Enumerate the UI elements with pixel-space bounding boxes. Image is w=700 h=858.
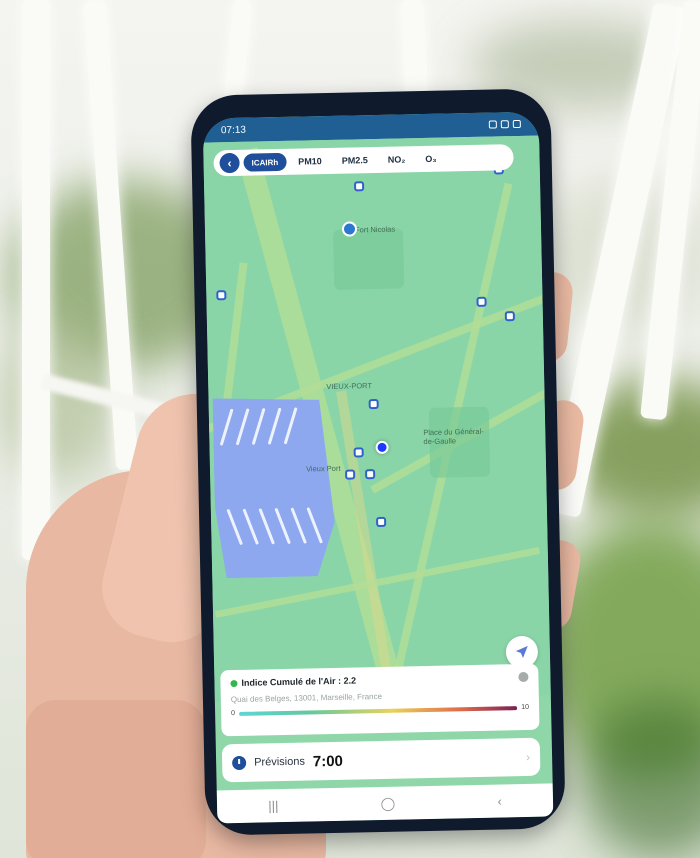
dock-line — [284, 407, 298, 444]
sensor-marker-icon[interactable] — [216, 290, 227, 301]
pollutant-toolbar: ‹ ICAIRh PM10 PM2.5 NO₂ O₃ — [213, 144, 514, 177]
dock-line — [306, 507, 323, 544]
wifi-icon — [488, 120, 497, 129]
sensor-marker-icon[interactable] — [504, 311, 515, 322]
air-index-card[interactable]: Indice Cumulé de l'Air : 2.2 Quai des Be… — [220, 663, 540, 737]
air-index-title-row: Indice Cumulé de l'Air : 2.2 — [230, 672, 528, 688]
chip-no2[interactable]: NO₂ — [380, 150, 414, 169]
status-icons — [488, 119, 521, 129]
signal-icon — [500, 120, 509, 129]
air-index-title: Indice Cumulé de l'Air : 2.2 — [241, 675, 357, 688]
sensor-marker-icon[interactable] — [345, 469, 356, 480]
android-nav-bar: ||| ◯ ‹ — [216, 783, 554, 824]
status-dot — [230, 679, 238, 687]
forecast-time: 7:00 — [312, 752, 344, 770]
sensor-marker-icon[interactable] — [476, 296, 487, 307]
dock-line — [274, 508, 291, 545]
phone-screen: 07:13 Fort Nicolas VIEUX-PORT Place du G… — [202, 111, 554, 824]
scale-min: 0 — [231, 710, 236, 718]
air-quality-map[interactable]: Fort Nicolas VIEUX-PORT Place du Général… — [203, 135, 551, 703]
dock-line — [226, 509, 243, 546]
map-park — [333, 228, 405, 290]
sensor-marker-icon[interactable] — [354, 181, 365, 192]
forecast-label: Prévisions — [254, 755, 306, 769]
scale-max: 10 — [521, 703, 530, 712]
photo-scene: 07:13 Fort Nicolas VIEUX-PORT Place du G… — [0, 0, 700, 858]
sensor-marker-icon[interactable] — [376, 516, 387, 528]
sensor-marker-icon[interactable] — [365, 469, 376, 480]
dock-line — [252, 408, 266, 445]
recents-button[interactable]: ||| — [268, 798, 278, 813]
sensor-marker-icon[interactable] — [353, 447, 364, 458]
chip-pm25[interactable]: PM2.5 — [334, 151, 376, 170]
clock-icon — [232, 755, 247, 771]
map-label-place: Place du Général-de-Gaulle — [423, 426, 484, 447]
dock-line — [242, 508, 259, 545]
map-label-poi: Fort Nicolas — [354, 224, 396, 235]
user-location-dot — [375, 440, 389, 455]
map-label-quarter: VIEUX-PORT — [326, 381, 373, 392]
chip-o3[interactable]: O₃ — [417, 150, 445, 169]
air-index-address: Quai des Belges, 13001, Marseille, Franc… — [230, 691, 383, 705]
dock-line — [290, 507, 307, 544]
dock-line — [220, 409, 234, 446]
back-nav-button[interactable]: ‹ — [497, 793, 502, 808]
air-index-scale: 0 10 — [231, 704, 529, 717]
navigation-arrow-icon — [515, 645, 528, 659]
status-time: 07:13 — [220, 124, 247, 136]
dock-line — [258, 508, 275, 545]
hand-wrist — [26, 700, 206, 858]
chevron-left-icon: ‹ — [227, 156, 232, 171]
chip-icairh[interactable]: ICAIRh — [243, 152, 287, 172]
chevron-right-icon: › — [525, 749, 531, 764]
forecast-bar[interactable]: Prévisions 7:00 › — [221, 737, 541, 783]
scale-gradient — [238, 705, 518, 716]
back-button[interactable]: ‹ — [219, 152, 240, 174]
battery-icon — [512, 119, 521, 129]
dock-line — [268, 408, 282, 445]
sensor-marker-icon[interactable] — [368, 398, 379, 410]
home-button[interactable]: ◯ — [380, 795, 395, 811]
chip-pm10[interactable]: PM10 — [290, 152, 330, 171]
map-label-vieux-port: Vieux Port — [305, 463, 341, 474]
dock-line — [236, 408, 250, 445]
railing-bar — [22, 0, 50, 560]
